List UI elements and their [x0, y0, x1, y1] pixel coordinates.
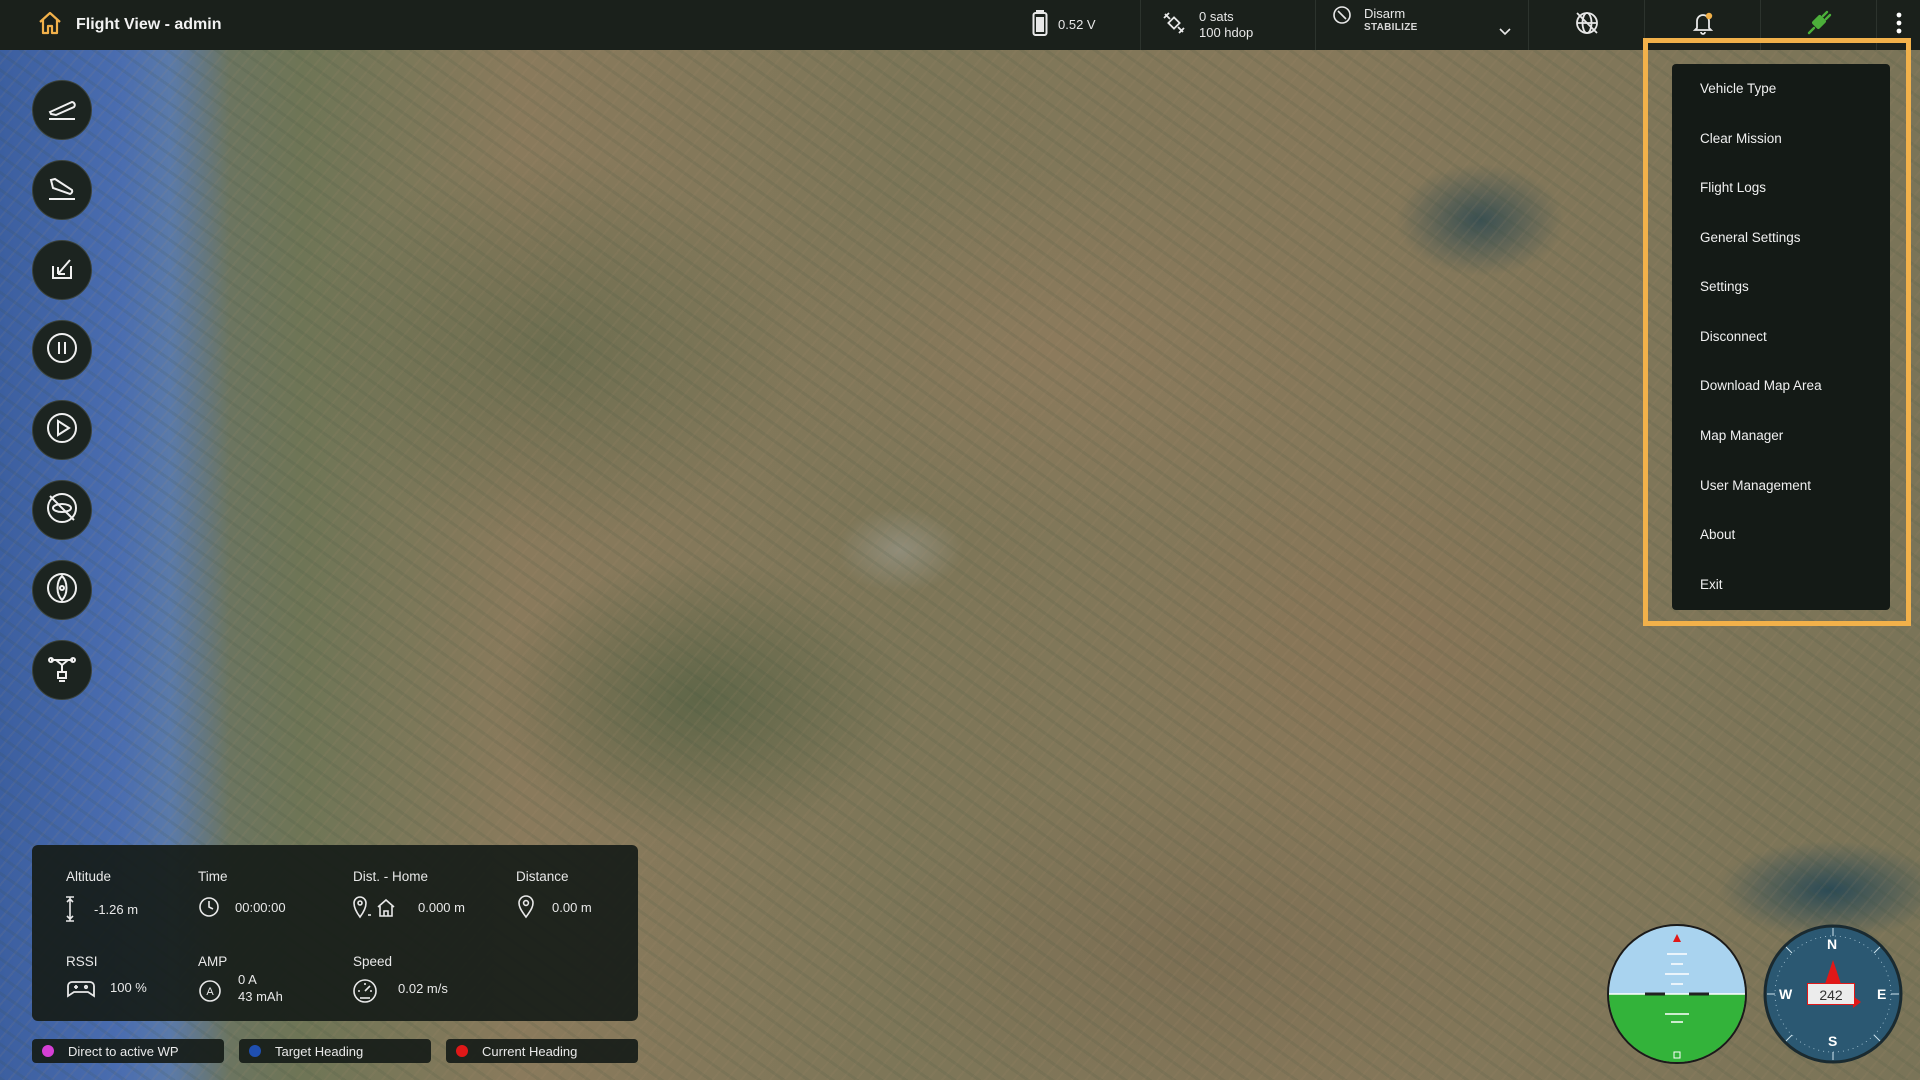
attitude-indicator — [1607, 924, 1747, 1064]
resume-button[interactable] — [32, 400, 92, 460]
speed-label: Speed — [353, 954, 393, 969]
distance-value: 0.00 m — [552, 900, 592, 915]
page-title: Flight View - admin — [76, 16, 222, 33]
disarm-button[interactable] — [32, 480, 92, 540]
motor-off-icon — [42, 488, 82, 533]
sats-value: 0 sats — [1199, 9, 1234, 24]
hdop-value: 100 hdop — [1199, 25, 1254, 40]
payload-drop-button[interactable] — [32, 640, 92, 700]
propeller-icon — [42, 568, 82, 613]
play-icon — [42, 408, 82, 453]
artificial-horizon — [1609, 926, 1745, 1062]
menu-item-user-management[interactable]: User Management — [1700, 478, 1811, 493]
legend-label: Target Heading — [275, 1043, 364, 1059]
altitude-label: Altitude — [66, 869, 112, 884]
menu-item-vehicle-type[interactable]: Vehicle Type — [1700, 81, 1776, 96]
legend-current-heading: Current Heading — [446, 1039, 638, 1063]
satellite-icon — [1161, 10, 1187, 41]
top-bar: Flight View - admin 0.52 V 0 sats 100 hd… — [0, 0, 1920, 50]
svg-text:A: A — [206, 986, 214, 998]
rssi-label: RSSI — [66, 954, 98, 969]
menu-item-download-map-area[interactable]: Download Map Area — [1700, 378, 1822, 393]
takeoff-button[interactable] — [32, 80, 92, 140]
legend-target-heading: Target Heading — [239, 1039, 431, 1063]
rssi-value: 100 % — [110, 980, 147, 995]
altitude-value: -1.26 m — [94, 902, 139, 917]
menu-item-about[interactable]: About — [1700, 527, 1735, 542]
pin-home-icon — [352, 895, 398, 924]
menu-item-map-manager[interactable]: Map Manager — [1700, 428, 1783, 443]
battery-icon — [1032, 9, 1048, 42]
pause-button[interactable] — [32, 320, 92, 380]
location-pin-icon — [517, 895, 535, 924]
settings-dropdown-menu: Vehicle Type Clear Mission Flight Logs G… — [1672, 64, 1890, 610]
rtl-icon — [42, 248, 82, 293]
chevron-down-icon[interactable] — [1498, 24, 1512, 42]
return-to-launch-button[interactable] — [32, 240, 92, 300]
flight-mode: STABILIZE — [1364, 22, 1418, 33]
time-value: 00:00:00 — [235, 900, 286, 915]
menu-item-flight-logs[interactable]: Flight Logs — [1700, 180, 1766, 195]
menu-item-disconnect[interactable]: Disconnect — [1700, 329, 1767, 344]
pause-icon — [42, 328, 82, 373]
menu-item-general-settings[interactable]: General Settings — [1700, 230, 1801, 245]
globe-off-icon — [1573, 9, 1601, 42]
legend-dot — [42, 1045, 54, 1057]
battery-status[interactable]: 0.52 V — [1020, 0, 1140, 50]
arm-state: Disarm — [1364, 6, 1406, 21]
altitude-icon — [64, 895, 76, 928]
menu-item-settings[interactable]: Settings — [1700, 279, 1749, 294]
heading-readout: 242 — [1807, 983, 1855, 1005]
arm-mode-selector[interactable]: Disarm STABILIZE — [1315, 0, 1528, 50]
voltage-value: 0.52 V — [1058, 17, 1096, 32]
legend-label: Direct to active WP — [68, 1043, 179, 1059]
kebab-menu-icon — [1896, 11, 1902, 40]
speedometer-icon — [352, 978, 378, 1009]
legend-direct-wp: Direct to active WP — [32, 1039, 224, 1063]
bell-icon — [1689, 9, 1717, 42]
arm-button[interactable] — [32, 560, 92, 620]
dist-home-value: 0.000 m — [418, 900, 465, 915]
distance-label: Distance — [516, 869, 569, 884]
menu-item-exit[interactable]: Exit — [1700, 577, 1723, 592]
amp-label: AMP — [198, 954, 228, 969]
app-title-area: Flight View - admin — [36, 0, 222, 50]
gps-lock-button[interactable] — [1528, 0, 1644, 50]
amp-capacity-value: 43 mAh — [238, 989, 283, 1004]
land-button[interactable] — [32, 160, 92, 220]
drone-drop-icon — [42, 648, 82, 693]
ampere-icon: A — [198, 979, 222, 1008]
legend-dot — [249, 1045, 261, 1057]
legend-dot — [456, 1045, 468, 1057]
clock-icon — [198, 896, 220, 923]
home-icon[interactable] — [36, 9, 64, 42]
gps-status[interactable]: 0 sats 100 hdop — [1140, 0, 1315, 50]
speed-value: 0.02 m/s — [398, 981, 448, 996]
arm-icon — [1332, 5, 1352, 30]
dist-home-label: Dist. - Home — [353, 869, 429, 884]
amp-current-value: 0 A — [238, 972, 257, 987]
gamepad-icon — [66, 978, 96, 1005]
telemetry-panel: Altitude -1.26 m Time 00:00:00 Dist. - H… — [32, 845, 638, 1021]
legend-label: Current Heading — [482, 1043, 578, 1059]
takeoff-icon — [42, 88, 82, 133]
time-label: Time — [198, 869, 228, 884]
menu-item-clear-mission[interactable]: Clear Mission — [1700, 131, 1782, 146]
compass-heading-indicator: N E S W 242 — [1763, 924, 1903, 1064]
landing-icon — [42, 168, 82, 213]
